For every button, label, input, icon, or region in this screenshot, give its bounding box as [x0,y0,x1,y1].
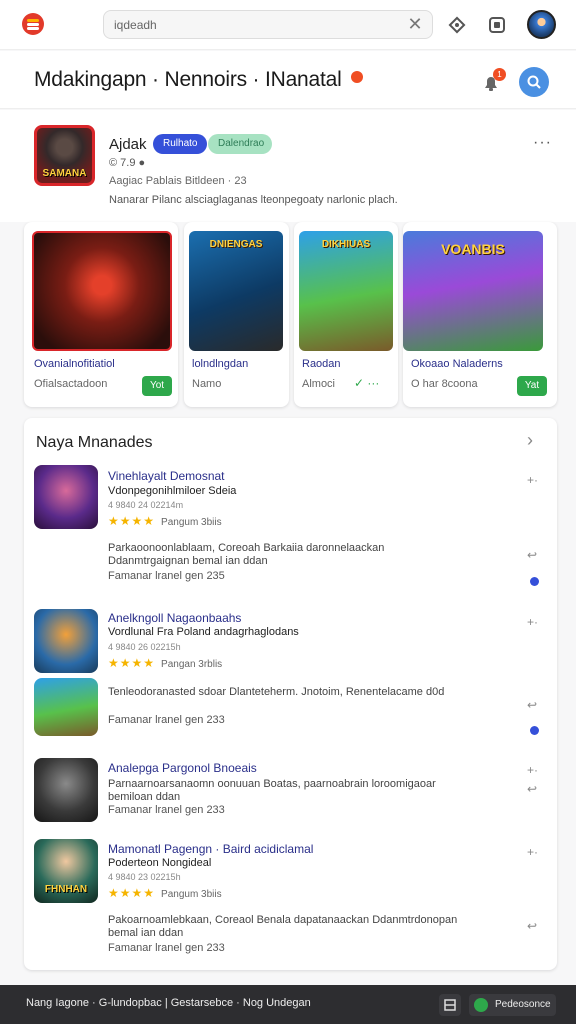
profile-image: SAMANA [34,125,95,186]
square-icon[interactable] [486,14,508,36]
list-item-body: Parkaoonoonlablaam, Coreoah Barkaiia dar… [108,542,385,567]
rating-stars-value: ★★★★ [108,656,156,670]
list-item-image-label: FHNHAN [44,884,88,895]
list-item-title[interactable]: Analepga Pargonol Bnoeais [108,761,257,775]
tag-chip-primary[interactable]: Rulhato [153,134,208,154]
avatar[interactable] [527,10,556,39]
card-artwork: VOANBIS [403,231,543,351]
featured-card[interactable]: DIKHIUAS Raodan Almoci ✓ ··· [294,222,398,407]
list-item-body: Parnaarnoarsanaomn oonuuan Boatas, paarn… [108,778,436,803]
profile-name: Ajdak [109,136,147,153]
bottom-bar-text: Nang Iagone · G-lundopbac | Gestarsebce … [26,997,311,1009]
unread-dot [530,726,539,735]
chat-button[interactable]: Pedeosonce [469,994,556,1016]
page-title: Mdakingapn · Nennoirs · INanatal [34,68,342,91]
list-item-image [34,678,98,736]
list-item-meta: 4 9840 24 02214m [108,500,184,510]
page-header: Mdakingapn · Nennoirs · INanatal 1 [0,51,576,109]
card-subtitle: Almoci [302,378,336,390]
rating-stars: ★★★★ Pangum 3biis [108,514,222,528]
share-icon[interactable]: ✓ ··· [354,376,379,390]
card-artwork: DIKHIUAS [299,231,393,351]
card-title: lolndlngdan [192,358,249,370]
featured-card[interactable]: Ovanialnofitiatiol Ofialsactadoon Yot [24,222,178,407]
list-item-image [34,465,98,529]
rating-stars: ★★★★ Pangum 3biis [108,886,222,900]
search-input[interactable] [103,10,433,39]
list-item-body: Tenleodoranasted sdoar Dlanteteherm. Jno… [108,686,445,698]
list-item-subtitle: Poderteon Nongideal [108,857,212,869]
app-logo-icon[interactable] [22,13,44,35]
search-icon[interactable] [519,67,549,97]
bottom-bar: Nang Iagone · G-lundopbac | Gestarsebce … [0,985,576,1024]
list-item-footer: Famanar lranel gen 233 [108,942,225,954]
card-subtitle: Namo [192,378,222,390]
item-menu-icon[interactable]: +· [527,473,538,487]
profile-image-label: SAMANA [42,168,87,179]
list-item-footer: Famanar lranel gen 235 [108,570,225,582]
clear-icon[interactable]: ✕ [405,14,425,34]
rating-stars-value: ★★★★ [108,886,156,900]
card-art-label: DNIENGAS [209,239,263,250]
featured-card[interactable]: VOANBIS Okoaao Naladerns O har 8coona Ya… [403,222,557,407]
profile-description: Nanarar Pilanc alsciaglaganas lteonpegoa… [109,194,398,206]
card-title: Ovanialnofitiatiol [34,358,115,370]
list-item-title[interactable]: Anelkngoll Nagaonbaahs [108,611,241,625]
rating-note: Pangan 3rblis [161,659,223,670]
item-menu-icon[interactable]: +· [527,763,538,777]
card-title: Okoaao Naladerns [411,358,503,370]
card-subtitle: Ofialsactadoon [34,378,108,390]
list-item-meta: 4 9840 26 02215h [108,642,181,652]
list-item-body: Pakoarnoamlebkaan, Coreaol Benala dapata… [108,914,458,939]
profile-stats: © 7.9 ● [109,157,146,169]
reply-icon[interactable]: ↩ [527,698,537,712]
list-item-meta: 4 9840 23 02215h [108,872,181,882]
rating-note: Pangum 3biis [161,889,222,900]
card-art-label: VOANBIS [441,241,505,257]
list-item-image [34,758,98,822]
grid-icon[interactable] [439,994,461,1016]
news-list: Naya Mnanades › Vinehlayalt Demosnat Vdo… [24,418,557,970]
list-item-footer: Famanar lranel gen 233 [108,714,225,726]
list-item-image [34,609,98,673]
rating-stars: ★★★★ Pangan 3rblis [108,656,222,670]
item-menu-icon[interactable]: +· [527,615,538,629]
rating-note: Pangum 3biis [161,517,222,528]
profile-card: SAMANA Ajdak Rulhato Dalendrao ··· © 7.9… [0,110,576,222]
profile-subline: Aagiac Pablais Bitldeen · 23 [109,175,247,187]
list-item-title[interactable]: Vinehlayalt Demosnat [108,469,225,483]
tag-chip-secondary[interactable]: Dalendrao [208,134,272,154]
card-action-button[interactable]: Yat [517,376,547,396]
card-artwork [32,231,172,351]
featured-card[interactable]: DNIENGAS lolndlngdan Namo [184,222,289,407]
notification-badge: 1 [493,68,506,81]
reply-icon[interactable]: ↩ [527,782,537,796]
card-art-label: DIKHIUAS [321,239,371,250]
featured-cards: Ovanialnofitiatiol Ofialsactadoon Yot DN… [24,222,557,407]
list-item-footer: Famanar lranel gen 233 [108,804,225,816]
reply-icon[interactable]: ↩ [527,919,537,933]
more-options-icon[interactable]: ··· [533,134,552,152]
list-item-image: FHNHAN [34,839,98,903]
status-dot-icon [351,71,363,83]
list-item-title[interactable]: Mamonatl Pagengn · Baird acidiclamal [108,842,313,856]
card-subtitle: O har 8coona [411,378,478,390]
card-title: Raodan [302,358,341,370]
rating-stars-value: ★★★★ [108,514,156,528]
unread-dot [530,577,539,586]
top-bar: ✕ [0,0,576,50]
list-item-subtitle: Vdonpegonihlmiloer Sdeia [108,485,237,497]
item-menu-icon[interactable]: +· [527,845,538,859]
card-artwork: DNIENGAS [189,231,283,351]
diamond-icon[interactable] [446,14,468,36]
chat-button-label: Pedeosonce [495,999,551,1010]
card-action-button[interactable]: Yot [142,376,172,396]
list-heading: Naya Mnanades [36,434,153,451]
chevron-right-icon[interactable]: › [527,430,533,451]
reply-icon[interactable]: ↩ [527,548,537,562]
chat-icon [474,998,488,1012]
list-item-subtitle: Vordlunal Fra Poland andagrhaglodans [108,626,299,638]
